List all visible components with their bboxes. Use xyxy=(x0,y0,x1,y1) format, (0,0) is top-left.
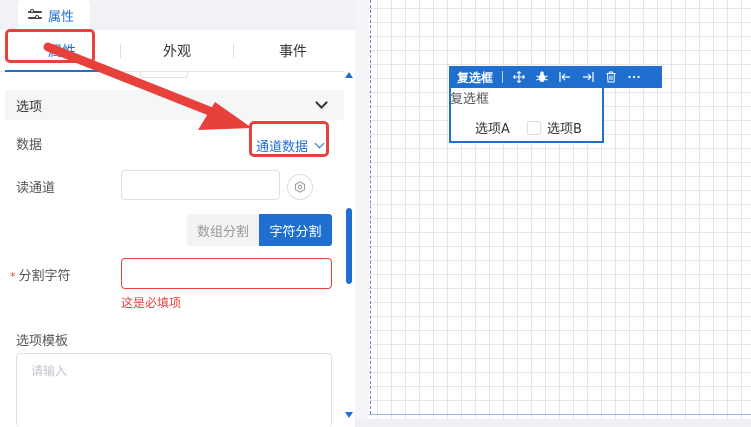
split-mode-array-button[interactable]: 数组分割 xyxy=(187,214,259,246)
chevron-down-icon[interactable] xyxy=(315,96,328,109)
checkbox-label: 选项B xyxy=(547,122,582,137)
panel-topbar: 属性 xyxy=(0,0,355,30)
design-canvas[interactable] xyxy=(355,0,751,427)
more-icon[interactable] xyxy=(628,71,640,83)
section-title: 选项 xyxy=(16,99,43,115)
split-mode-char-button[interactable]: 字符分割 xyxy=(259,214,332,246)
template-textarea[interactable]: 请输入 xyxy=(16,353,332,427)
data-label: 数据 xyxy=(16,138,43,153)
canvas-bottom-guide xyxy=(369,414,751,415)
checkbox-label: 选项A xyxy=(475,122,510,137)
panel-header-tab[interactable]: 属性 xyxy=(18,0,90,30)
template-label: 选项模板 xyxy=(16,334,69,349)
annotation-box-properties-tab xyxy=(5,29,95,63)
panel-header-label: 属性 xyxy=(48,9,75,25)
move-icon[interactable] xyxy=(513,71,525,83)
align-right-icon[interactable] xyxy=(582,71,594,83)
scroll-down-arrow[interactable] xyxy=(345,412,353,418)
editor-root: 属性 属性 外观 事件 选项 数据 通道数据 读通道 数组分割 字符分割 * 分… xyxy=(0,0,751,427)
widget-caption: 复选框 xyxy=(450,92,490,107)
collapsed-field-stub xyxy=(140,72,188,78)
scroll-up-arrow[interactable] xyxy=(345,72,353,78)
align-left-icon[interactable] xyxy=(559,71,571,83)
template-placeholder: 请输入 xyxy=(31,364,68,378)
settings-sliders-icon xyxy=(28,9,42,21)
scrollbar-thumb[interactable] xyxy=(346,208,352,284)
checkbox-box[interactable] xyxy=(455,120,469,135)
property-panel: 属性 属性 外观 事件 选项 数据 通道数据 读通道 数组分割 字符分割 * 分… xyxy=(0,0,355,427)
bug-icon[interactable] xyxy=(536,71,548,83)
canvas-guide-line xyxy=(370,0,371,414)
tab-active-indicator xyxy=(5,70,119,72)
widget-type-label: 复选框 xyxy=(457,70,494,85)
channel-settings-button[interactable] xyxy=(287,174,313,200)
annotation-box-data-source xyxy=(249,121,329,157)
checkbox-option-b[interactable]: 选项B xyxy=(527,118,582,137)
split-char-label-text: 分割字符 xyxy=(18,269,71,284)
split-char-input[interactable] xyxy=(121,258,332,289)
tab-events[interactable]: 事件 xyxy=(234,30,352,72)
canvas-ruler xyxy=(355,0,369,427)
section-options-header[interactable]: 选项 xyxy=(5,90,344,120)
toolbar-divider xyxy=(502,71,504,83)
delete-icon[interactable] xyxy=(605,71,617,83)
required-marker: * xyxy=(10,270,16,283)
tab-appearance[interactable]: 外观 xyxy=(121,30,233,72)
gear-icon xyxy=(295,181,305,193)
read-channel-input[interactable] xyxy=(121,170,280,200)
checkbox-option-a[interactable]: 选项A xyxy=(455,118,510,137)
split-char-label: * 分割字符 xyxy=(10,265,71,284)
split-char-error: 这是必填项 xyxy=(121,296,182,310)
widget-toolbar: 复选框 xyxy=(449,66,662,88)
canvas-bottom-bar xyxy=(355,419,751,427)
checkbox-box[interactable] xyxy=(527,120,541,135)
read-channel-label: 读通道 xyxy=(16,181,56,196)
